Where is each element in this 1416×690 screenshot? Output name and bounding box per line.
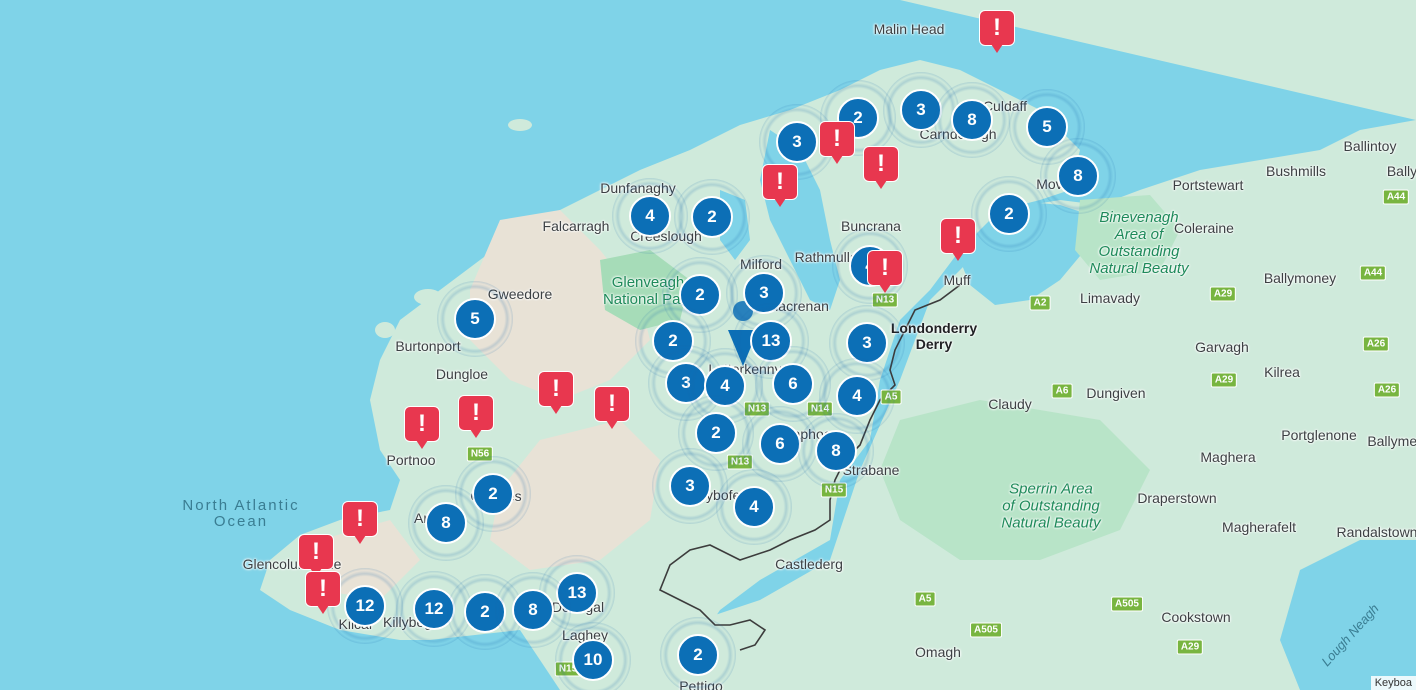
cluster-count: 8 xyxy=(425,502,467,544)
alert-marker-icon[interactable]: ! xyxy=(404,406,440,452)
cluster-count: 8 xyxy=(1057,155,1099,197)
alert-pointer xyxy=(354,535,366,544)
road-badge: A505 xyxy=(1111,596,1143,612)
alert-pointer xyxy=(952,252,964,261)
cluster-marker[interactable]: 8 xyxy=(932,80,1012,160)
road-badge: A505 xyxy=(970,622,1002,638)
cluster-count: 5 xyxy=(454,298,496,340)
cluster-marker[interactable]: 10 xyxy=(553,620,633,690)
alert-pointer xyxy=(875,180,887,189)
cluster-marker[interactable]: 8 xyxy=(406,483,486,563)
alert-pointer xyxy=(879,284,891,293)
road-badge: A26 xyxy=(1373,382,1401,398)
alert-marker-icon[interactable]: ! xyxy=(867,250,903,296)
cluster-count: 2 xyxy=(691,196,733,238)
alert-marker-icon[interactable]: ! xyxy=(594,386,630,432)
exclamation-icon: ! xyxy=(298,534,334,570)
road-badge: A29 xyxy=(1210,372,1238,388)
exclamation-icon: ! xyxy=(458,395,494,431)
alert-marker-icon[interactable]: ! xyxy=(819,121,855,167)
exclamation-icon: ! xyxy=(342,501,378,537)
road-badge: A26 xyxy=(1362,336,1390,352)
cluster-marker[interactable]: 5 xyxy=(435,279,515,359)
alert-pointer xyxy=(550,405,562,414)
road-badge: A6 xyxy=(1051,383,1073,399)
alert-marker-icon[interactable]: ! xyxy=(940,218,976,264)
alert-marker-icon[interactable]: ! xyxy=(458,395,494,441)
alert-marker-icon[interactable]: ! xyxy=(538,371,574,417)
alert-marker-icon[interactable]: ! xyxy=(979,10,1015,56)
cluster-count: 2 xyxy=(677,634,719,676)
exclamation-icon: ! xyxy=(819,121,855,157)
keyboard-shortcuts-link[interactable]: Keyboa xyxy=(1370,676,1416,690)
cluster-count: 6 xyxy=(759,423,801,465)
cluster-marker[interactable]: 8 xyxy=(1038,136,1118,216)
cluster-marker[interactable]: 2 xyxy=(658,615,738,690)
exclamation-icon: ! xyxy=(594,386,630,422)
exclamation-icon: ! xyxy=(762,164,798,200)
alert-marker-icon[interactable]: ! xyxy=(342,501,378,547)
road-badge: A29 xyxy=(1209,286,1237,302)
cluster-marker[interactable]: 2 xyxy=(969,174,1049,254)
alert-pointer xyxy=(470,429,482,438)
alert-marker-icon[interactable]: ! xyxy=(305,571,341,617)
alert-pointer xyxy=(317,605,329,614)
exclamation-icon: ! xyxy=(404,406,440,442)
cluster-count: 4 xyxy=(733,486,775,528)
cluster-count: 10 xyxy=(572,639,614,681)
cluster-marker[interactable]: 4 xyxy=(714,467,794,547)
cluster-count: 4 xyxy=(629,195,671,237)
alert-pointer xyxy=(606,420,618,429)
alert-pointer xyxy=(774,198,786,207)
exclamation-icon: ! xyxy=(867,250,903,286)
cluster-count: 8 xyxy=(512,589,554,631)
cluster-marker[interactable]: 2 xyxy=(672,177,752,257)
alert-pointer xyxy=(991,44,1003,53)
exclamation-icon: ! xyxy=(940,218,976,254)
cluster-count: 2 xyxy=(988,193,1030,235)
exclamation-icon: ! xyxy=(305,571,341,607)
cluster-marker[interactable]: 8 xyxy=(796,411,876,491)
cluster-count: 3 xyxy=(776,121,818,163)
map-canvas[interactable]: Malin HeadCuldaffCarndonaghMovilleDunfan… xyxy=(0,0,1416,690)
road-badge: A44 xyxy=(1382,189,1410,205)
alert-marker-icon[interactable]: ! xyxy=(863,146,899,192)
cluster-count: 12 xyxy=(344,585,386,627)
road-badge: A29 xyxy=(1176,639,1204,655)
alert-marker-icon[interactable]: ! xyxy=(762,164,798,210)
alert-pointer xyxy=(416,440,428,449)
road-badge: A5 xyxy=(914,591,936,607)
cluster-count: 3 xyxy=(669,465,711,507)
cluster-count: 8 xyxy=(815,430,857,472)
alert-pointer xyxy=(831,155,843,164)
road-badge: A44 xyxy=(1359,265,1387,281)
exclamation-icon: ! xyxy=(538,371,574,407)
exclamation-icon: ! xyxy=(979,10,1015,46)
cluster-count: 6 xyxy=(772,363,814,405)
cluster-count: 8 xyxy=(951,99,993,141)
road-badge: A2 xyxy=(1029,295,1051,311)
exclamation-icon: ! xyxy=(863,146,899,182)
